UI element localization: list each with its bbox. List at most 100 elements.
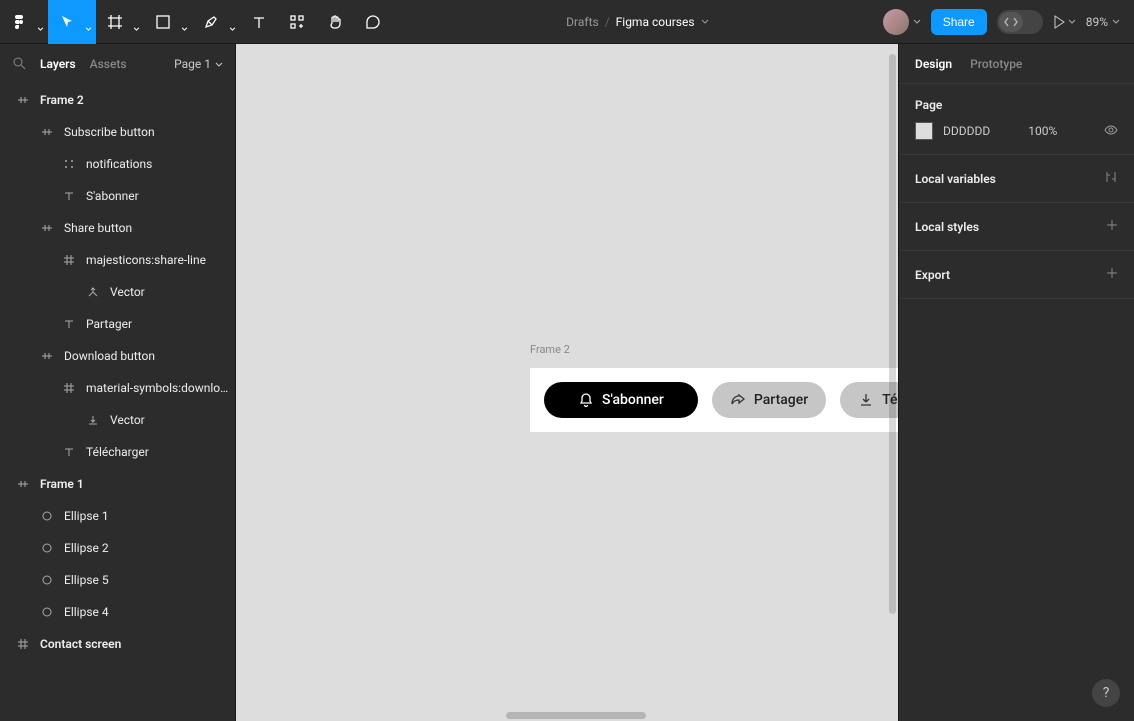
horizontal-scrollbar[interactable] (506, 712, 646, 719)
avatar-menu[interactable] (883, 9, 921, 35)
autolayout-icon (40, 221, 54, 235)
layer-download-icon-frame[interactable]: material-symbols:downlo… (0, 372, 235, 404)
chevron-down-icon (1112, 19, 1120, 24)
vector-icon (86, 285, 100, 299)
eye-icon[interactable] (1104, 124, 1118, 138)
avatar (883, 9, 909, 35)
figma-logo-icon (11, 14, 27, 30)
page-section-title: Page (915, 98, 1118, 112)
dev-mode-toggle-knob (999, 12, 1023, 32)
frame-icon (16, 637, 30, 651)
autolayout-icon (40, 125, 54, 139)
ellipse-icon (40, 573, 54, 587)
layer-ellipse-1[interactable]: Ellipse 1 (0, 500, 235, 532)
breadcrumb[interactable]: Drafts / Figma courses (392, 15, 883, 29)
page-background-row[interactable]: DDDDDD 100% (915, 122, 1118, 140)
share-pill-label: Partager (754, 392, 808, 408)
layer-share-button[interactable]: Share button (0, 212, 235, 244)
comment-icon (365, 14, 381, 30)
search-icon[interactable] (12, 56, 26, 73)
layer-download-button[interactable]: Download button (0, 340, 235, 372)
comment-tool-button[interactable] (354, 0, 392, 44)
frame-icon (62, 381, 76, 395)
chevron-down-icon (85, 20, 92, 24)
layer-frame-2[interactable]: Frame 2 (0, 84, 235, 116)
canvas-frame-2[interactable]: S'abonner Partager Télécharger (530, 368, 898, 432)
canvas[interactable]: Frame 2 S'abonner Partager Télécharger (236, 44, 898, 721)
download-icon (858, 392, 874, 408)
vertical-scrollbar[interactable] (889, 54, 896, 614)
export-row[interactable]: Export (899, 251, 1134, 299)
layer-share-icon-frame[interactable]: majesticons:share-line (0, 244, 235, 276)
cursor-icon (59, 14, 75, 30)
layer-share-vector[interactable]: Vector (0, 276, 235, 308)
page-bg-hex[interactable]: DDDDDD (943, 124, 990, 138)
vector-icon (86, 413, 100, 427)
layer-telecharger-text[interactable]: Télécharger (0, 436, 235, 468)
dev-mode-toggle[interactable] (997, 10, 1043, 34)
breadcrumb-current[interactable]: Figma courses (616, 15, 695, 29)
page-selector-label: Page 1 (174, 57, 211, 71)
text-tool-button[interactable] (240, 0, 278, 44)
left-layers-panel: Layers Assets Page 1 Frame 2 Subscribe b… (0, 44, 236, 721)
frame-label[interactable]: Frame 2 (530, 343, 570, 360)
help-button[interactable]: ? (1092, 679, 1120, 707)
tab-layers[interactable]: Layers (40, 57, 76, 71)
share-pill-button[interactable]: Partager (712, 382, 826, 418)
play-icon (1053, 15, 1065, 29)
rectangle-icon (156, 15, 170, 29)
resources-button[interactable] (278, 0, 316, 44)
zoom-display[interactable]: 89% (1086, 15, 1120, 29)
plus-icon (1106, 267, 1118, 282)
share-button[interactable]: Share (931, 9, 987, 35)
pen-icon (203, 14, 219, 30)
hand-tool-button[interactable] (316, 0, 354, 44)
subscribe-pill-button[interactable]: S'abonner (544, 382, 698, 418)
autolayout-icon (40, 349, 54, 363)
bell-icon (578, 392, 594, 408)
page-bg-opacity[interactable]: 100% (1028, 124, 1057, 138)
chevron-down-icon (181, 20, 188, 24)
chevron-down-icon (133, 20, 140, 24)
frame-icon (62, 253, 76, 267)
layer-partager-text[interactable]: Partager (0, 308, 235, 340)
layer-ellipse-4[interactable]: Ellipse 4 (0, 596, 235, 628)
layer-ellipse-2[interactable]: Ellipse 2 (0, 532, 235, 564)
page-bg-swatch[interactable] (915, 122, 933, 140)
layer-download-vector[interactable]: Vector (0, 404, 235, 436)
text-icon (62, 317, 76, 331)
text-icon (62, 189, 76, 203)
layer-frame-1[interactable]: Frame 1 (0, 468, 235, 500)
pen-tool-button[interactable] (192, 0, 240, 44)
ellipse-icon (40, 541, 54, 555)
chevron-down-icon (215, 62, 223, 67)
breadcrumb-root[interactable]: Drafts (566, 15, 599, 29)
breadcrumb-separator: / (605, 15, 610, 29)
top-toolbar: Drafts / Figma courses Share 89% (0, 0, 1134, 44)
layer-sabonner-text[interactable]: S'abonner (0, 180, 235, 212)
text-icon (62, 445, 76, 459)
local-styles-row[interactable]: Local styles (899, 203, 1134, 251)
present-button[interactable] (1053, 15, 1076, 29)
tab-assets[interactable]: Assets (90, 57, 127, 71)
chevron-down-icon[interactable] (701, 19, 709, 24)
page-selector[interactable]: Page 1 (174, 57, 223, 71)
layer-notifications[interactable]: notifications (0, 148, 235, 180)
layer-ellipse-5[interactable]: Ellipse 5 (0, 564, 235, 596)
toolbar-right: Share 89% (883, 9, 1134, 35)
frame-icon (107, 14, 123, 30)
tab-prototype[interactable]: Prototype (970, 57, 1022, 71)
frame-tool-button[interactable] (96, 0, 144, 44)
local-variables-row[interactable]: Local variables (899, 155, 1134, 203)
hand-icon (327, 14, 343, 30)
autolayout-icon (16, 93, 30, 107)
shape-tool-button[interactable] (144, 0, 192, 44)
zoom-value: 89% (1086, 15, 1108, 29)
move-tool-button[interactable] (48, 0, 96, 44)
chevron-down-icon (229, 20, 236, 24)
layer-subscribe-button[interactable]: Subscribe button (0, 116, 235, 148)
plugins-icon (289, 14, 305, 30)
main-menu-button[interactable] (0, 0, 48, 44)
layer-contact-screen[interactable]: Contact screen (0, 628, 235, 660)
tab-design[interactable]: Design (915, 57, 952, 71)
